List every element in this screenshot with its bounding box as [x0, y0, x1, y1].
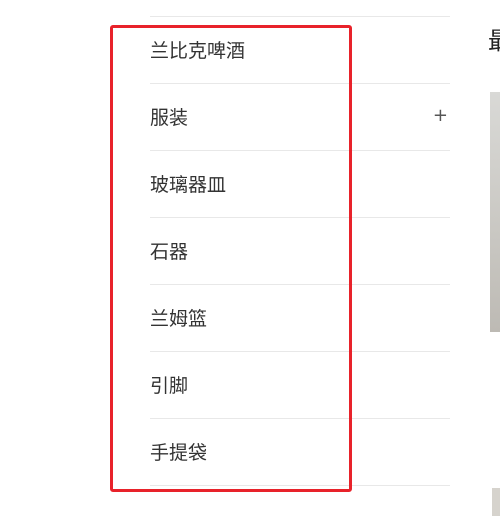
menu-item-label: 手提袋 — [150, 442, 208, 464]
menu-item-label: 玻璃器皿 — [150, 174, 227, 196]
menu-item-label: 服装 — [150, 107, 189, 129]
menu-item-label: 兰比克啤酒 — [150, 40, 246, 62]
menu-item-clothing[interactable]: 服装 + — [150, 84, 450, 151]
menu-item-lambic-beer[interactable]: 兰比克啤酒 — [150, 17, 450, 84]
plus-icon[interactable]: + — [433, 105, 448, 127]
menu-item-glassware[interactable]: 玻璃器皿 — [150, 151, 450, 218]
menu-item-pins[interactable]: 引脚 — [150, 352, 450, 419]
menu-item-label: 石器 — [150, 241, 189, 263]
category-menu: 兰比克啤酒 服装 + 玻璃器皿 石器 兰姆篮 引脚 手提袋 — [150, 16, 450, 486]
right-panel-heading: 最 — [488, 27, 500, 55]
product-image-bottom[interactable] — [492, 488, 500, 516]
menu-item-label: 兰姆篮 — [150, 308, 208, 330]
menu-item-label: 引脚 — [150, 375, 189, 397]
menu-item-stoneware[interactable]: 石器 — [150, 218, 450, 285]
menu-item-lamb-basket[interactable]: 兰姆篮 — [150, 285, 450, 352]
menu-item-tote-bags[interactable]: 手提袋 — [150, 419, 450, 486]
product-image[interactable] — [490, 92, 500, 332]
